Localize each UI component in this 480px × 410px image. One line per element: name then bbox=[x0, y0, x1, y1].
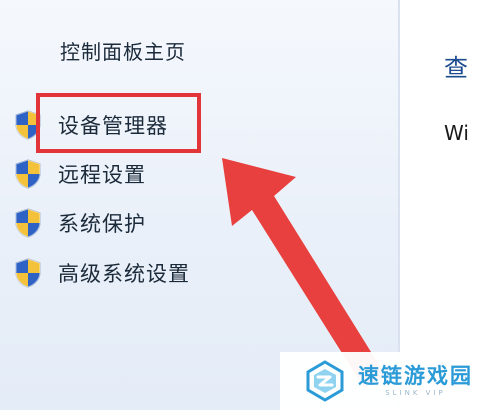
watermark-title: 速链游戏园 bbox=[358, 364, 473, 388]
watermark: 速链游戏园 SLINK VIP bbox=[280, 352, 480, 410]
watermark-logo-icon bbox=[306, 360, 344, 402]
pointer-arrow bbox=[222, 158, 386, 388]
system-window: 控制面板主页 设备管理器 远程设置 系统保护 高级系统设置 查 Wi 速链游戏园… bbox=[0, 0, 480, 410]
watermark-subtitle: SLINK VIP bbox=[385, 389, 446, 397]
